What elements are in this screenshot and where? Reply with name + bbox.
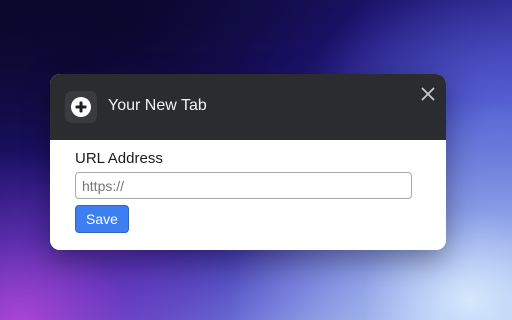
dialog-body: URL Address Save <box>50 140 446 250</box>
app-logo <box>65 91 97 123</box>
close-button[interactable] <box>419 85 437 103</box>
url-input[interactable] <box>75 172 412 199</box>
dialog-title: Your New Tab <box>108 97 207 114</box>
save-button[interactable]: Save <box>75 205 129 233</box>
new-tab-dialog: Your New Tab URL Address Save <box>50 74 446 250</box>
close-icon[interactable] <box>419 85 437 103</box>
plus-circle-icon <box>71 97 91 117</box>
dialog-header: Your New Tab <box>50 74 446 140</box>
url-field-label: URL Address <box>75 150 163 167</box>
